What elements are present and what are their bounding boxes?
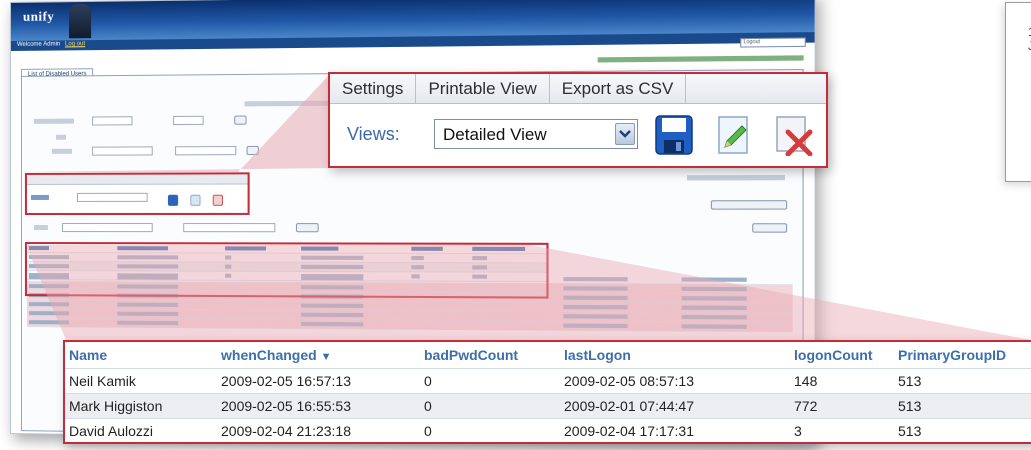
side-panel: 1 J — [1005, 2, 1031, 182]
table-header-row: Name whenChanged ▼ badPwdCount lastLogon… — [65, 342, 1031, 368]
cell-lastlogon: 2009-02-01 07:44:47 — [560, 392, 790, 418]
table-zoom-wedge — [26, 245, 1031, 340]
col-header-whenchanged-label: whenChanged — [221, 346, 317, 363]
sort-desc-icon: ▼ — [320, 350, 332, 363]
cell-badpwdcount: 0 — [420, 367, 560, 393]
cell-badpwdcount: 0 — [420, 392, 560, 418]
tab-printable-view[interactable]: Printable View — [416, 74, 550, 103]
edit-icon[interactable] — [714, 114, 754, 156]
zoomed-toolbar: Settings Printable View Export as CSV Vi… — [328, 72, 828, 168]
cell-primarygroupid: 513 — [894, 367, 1031, 393]
cell-name: David Aulozzi — [65, 417, 217, 443]
views-select[interactable]: Detailed View — [434, 119, 638, 149]
cell-whenchanged: 2009-02-05 16:55:53 — [217, 392, 420, 418]
col-header-name[interactable]: Name — [65, 342, 217, 368]
cell-primarygroupid: 513 — [894, 417, 1031, 443]
cell-badpwdcount: 0 — [420, 417, 560, 443]
table-row[interactable]: Mark Higgiston 2009-02-05 16:55:53 0 200… — [65, 392, 1031, 418]
toolbar-tabs: Settings Printable View Export as CSV — [330, 74, 826, 104]
cell-whenchanged: 2009-02-04 21:23:18 — [217, 417, 420, 443]
cell-name: Neil Kamik — [65, 367, 217, 393]
cell-name: Mark Higgiston — [65, 392, 217, 418]
views-label: Views: — [347, 124, 400, 144]
col-header-primarygroupid[interactable]: PrimaryGroupID — [894, 342, 1031, 368]
cell-logoncount: 148 — [790, 367, 894, 393]
col-header-logoncount[interactable]: logonCount — [790, 342, 894, 368]
tab-export-csv[interactable]: Export as CSV — [550, 74, 687, 103]
cell-primarygroupid: 513 — [894, 392, 1031, 418]
col-header-lastlogon[interactable]: lastLogon — [560, 342, 790, 368]
table-row[interactable]: David Aulozzi 2009-02-04 21:23:18 0 2009… — [65, 417, 1031, 443]
col-header-badpwdcount[interactable]: badPwdCount — [420, 342, 560, 368]
col-header-whenchanged[interactable]: whenChanged ▼ — [217, 342, 420, 368]
toolbar-zoom-wedge — [24, 74, 330, 172]
table-row[interactable]: Neil Kamik 2009-02-05 16:57:13 0 2009-02… — [65, 367, 1031, 393]
tab-settings[interactable]: Settings — [330, 74, 417, 103]
user-table: Name whenChanged ▼ badPwdCount lastLogon… — [65, 342, 1031, 443]
cell-lastlogon: 2009-02-05 08:57:13 — [560, 367, 790, 393]
cell-whenchanged: 2009-02-05 16:57:13 — [217, 367, 420, 393]
cell-logoncount: 772 — [790, 392, 894, 418]
cell-lastlogon: 2009-02-04 17:17:31 — [560, 417, 790, 443]
zoomed-table: Name whenChanged ▼ badPwdCount lastLogon… — [63, 340, 1031, 444]
cell-logoncount: 3 — [790, 417, 894, 443]
views-select-value: Detailed View — [443, 125, 547, 144]
delete-icon[interactable] — [774, 114, 814, 157]
save-icon[interactable] — [654, 114, 694, 156]
chevron-down-icon[interactable] — [615, 123, 635, 145]
